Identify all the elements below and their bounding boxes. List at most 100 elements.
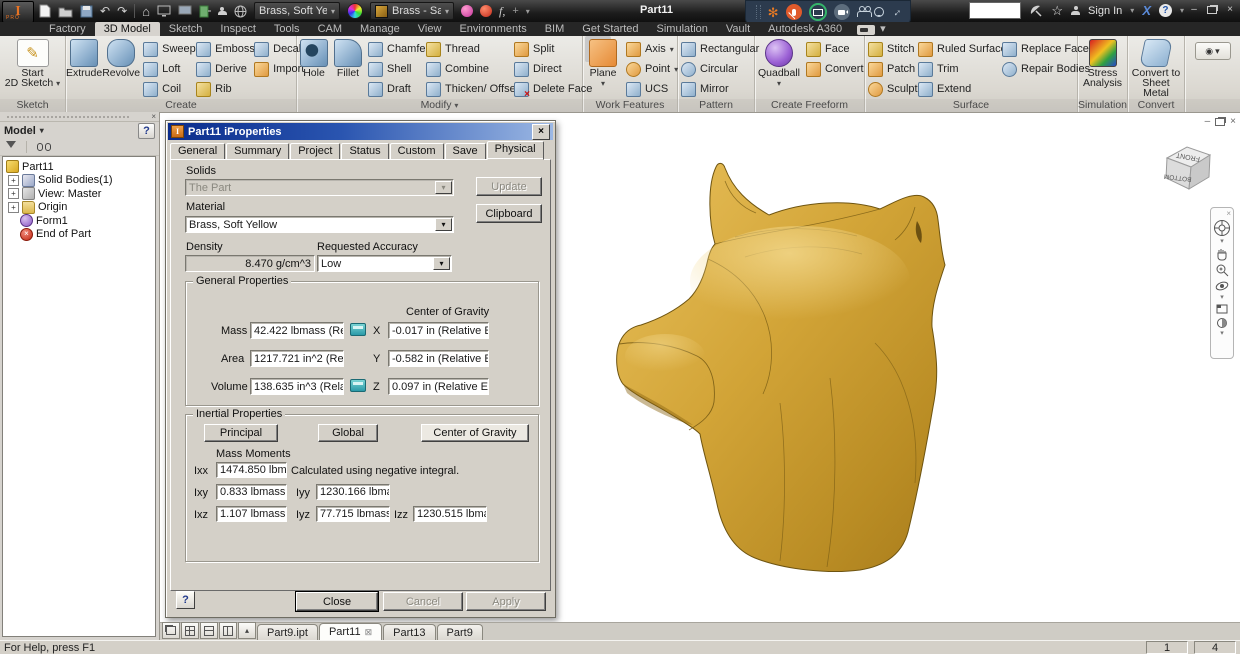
tab-general[interactable]: General [170, 143, 225, 160]
sign-in-dropdown-icon[interactable]: ▾ [1130, 6, 1134, 15]
chevron-down-icon[interactable]: ▾ [1220, 331, 1224, 337]
tab-inspect[interactable]: Inspect [211, 22, 264, 36]
coil-button[interactable]: Coil [140, 79, 193, 99]
group-label-modify[interactable]: Modify ▾ [297, 99, 582, 112]
circular-pattern-button[interactable]: Circular [678, 59, 755, 79]
tab-manage[interactable]: Manage [351, 22, 409, 36]
volume-calculator-icon[interactable] [350, 379, 366, 392]
delete-face-button[interactable]: Delete Face [511, 79, 581, 99]
freeform-face-button[interactable]: Face [803, 39, 861, 59]
tab-project[interactable]: Project [290, 143, 340, 160]
browser-grip-bar[interactable]: × [0, 112, 159, 122]
sign-in-link[interactable]: Sign In [1088, 5, 1122, 17]
tab-cam[interactable]: CAM [309, 22, 351, 36]
emboss-button[interactable]: Emboss [193, 39, 251, 59]
close-dialog-button[interactable]: Close [296, 592, 378, 611]
microphone-muted-icon[interactable] [786, 4, 802, 20]
material-combo[interactable]: Brass, Soft Yelk ▾ [254, 2, 340, 20]
help-icon[interactable]: ? [1159, 4, 1172, 17]
extend-button[interactable]: Extend [915, 79, 999, 99]
fillet-button[interactable]: Fillet [331, 38, 365, 78]
mirror-button[interactable]: Mirror [678, 79, 755, 99]
cascade-windows-button[interactable] [162, 622, 180, 639]
minimize-button[interactable]: – [1186, 3, 1202, 16]
derive-button[interactable]: Derive [193, 59, 251, 79]
parameters-fx-icon[interactable]: f, [499, 4, 505, 19]
sculpt-button[interactable]: Sculpt [865, 79, 915, 99]
group-label-pattern[interactable]: Pattern [678, 99, 754, 112]
expand-tabs-button[interactable]: ▴ [238, 622, 256, 639]
dialog-help-button[interactable]: ? [176, 591, 195, 609]
color-wheel-icon[interactable] [347, 3, 363, 19]
exchange-apps-icon[interactable]: X [1142, 3, 1151, 18]
pan-hand-icon[interactable] [1215, 247, 1229, 261]
tile-horizontal-button[interactable] [200, 622, 218, 639]
volume-field[interactable]: 138.635 in^3 (Relativ [250, 378, 344, 395]
orbit-icon[interactable] [1215, 279, 1229, 293]
save-icon[interactable] [80, 5, 93, 18]
browser-title[interactable]: Model [4, 125, 36, 137]
undo-icon[interactable]: ↶ [100, 4, 110, 18]
mass-field[interactable]: 42.422 lbmass (Relati [250, 322, 344, 339]
close-button[interactable]: × [1222, 3, 1238, 16]
doc-close-icon[interactable]: × [1230, 116, 1236, 127]
doc-restore-icon[interactable] [1215, 118, 1225, 126]
tab-view[interactable]: View [409, 22, 451, 36]
iyy-field[interactable]: 1230.166 lbma [316, 484, 390, 500]
material-combo[interactable]: Brass, Soft Yellow ▾ [185, 216, 454, 233]
start-2d-sketch-button[interactable]: ✎ Start2D Sketch ▾ [0, 38, 65, 89]
tab-status[interactable]: Status [341, 143, 388, 160]
tree-item-solid-bodies[interactable]: + Solid Bodies(1) [6, 174, 155, 188]
doc-minimize-icon[interactable]: – [1205, 116, 1211, 127]
tab-custom[interactable]: Custom [390, 143, 444, 160]
ruled-surface-button[interactable]: Ruled Surface [915, 39, 999, 59]
group-label-create[interactable]: Create [66, 99, 296, 112]
replace-face-button[interactable]: Replace Face [999, 39, 1075, 59]
look-at-face-icon[interactable] [1215, 303, 1229, 315]
tab-sketch[interactable]: Sketch [160, 22, 212, 36]
iyz-field[interactable]: 77.715 lbmass [316, 506, 390, 522]
qat-customize-icon[interactable]: ▾ [526, 7, 530, 16]
screen-icon[interactable] [157, 5, 171, 17]
navigation-wheel-icon[interactable] [1213, 219, 1231, 237]
tab-environments[interactable]: Environments [450, 22, 535, 36]
decal-button[interactable]: Decal [251, 39, 301, 59]
doc-tab-part11[interactable]: Part11⊠ [319, 623, 382, 640]
chevron-down-icon[interactable]: ▾ [435, 218, 452, 231]
convert-to-sheet-metal-button[interactable]: Convert toSheet Metal [1128, 38, 1184, 98]
tile-windows-button[interactable] [181, 622, 199, 639]
clipboard-button[interactable]: Clipboard [476, 204, 542, 223]
tab-get-started[interactable]: Get Started [573, 22, 647, 36]
tab-close-icon[interactable]: ⊠ [365, 625, 373, 639]
ribbon-appearance-dropdown[interactable]: ◉ ▾ [1195, 42, 1231, 60]
appearance-ball-icon[interactable] [480, 5, 492, 17]
center-of-gravity-button[interactable]: Center of Gravity [421, 424, 529, 442]
group-label-convert[interactable]: Convert [1128, 99, 1184, 112]
doc-tab-part9ipt[interactable]: Part9.ipt [257, 624, 318, 640]
repair-bodies-button[interactable]: Repair Bodies [999, 59, 1075, 79]
tab-save[interactable]: Save [445, 143, 486, 160]
ixz-field[interactable]: 1.107 lbmass i [216, 506, 287, 522]
chamfer-button[interactable]: Chamfer [365, 39, 423, 59]
plane-button[interactable]: Plane ▾ [583, 38, 623, 88]
tab-factory[interactable]: Factory [40, 22, 95, 36]
search-input[interactable] [969, 2, 1021, 19]
izz-field[interactable]: 1230.515 lbma [413, 506, 487, 522]
stress-analysis-button[interactable]: StressAnalysis [1078, 38, 1127, 88]
thicken-offset-button[interactable]: Thicken/ Offset [423, 79, 511, 99]
hole-button[interactable]: Hole [297, 38, 331, 78]
chevron-down-icon[interactable]: ▾ [40, 126, 44, 135]
a360-camera-icon[interactable] [857, 25, 875, 35]
adjust-icon[interactable] [461, 5, 473, 17]
doc-tab-part9[interactable]: Part9 [437, 624, 483, 640]
expand-icon[interactable]: ↔ [888, 4, 904, 20]
view-cube[interactable]: FRONT BOTTOM [1160, 139, 1216, 197]
measure-plus-icon[interactable]: + [512, 5, 518, 17]
globe-icon[interactable] [234, 5, 247, 18]
tab-tools[interactable]: Tools [265, 22, 309, 36]
cog-z-field[interactable]: 0.097 in (Relative Erro [388, 378, 489, 395]
revolve-button[interactable]: Revolve [102, 38, 140, 78]
chat-icon[interactable] [874, 7, 884, 17]
group-label-create-freeform[interactable]: Create Freeform [755, 99, 864, 112]
find-icon[interactable] [37, 143, 51, 151]
